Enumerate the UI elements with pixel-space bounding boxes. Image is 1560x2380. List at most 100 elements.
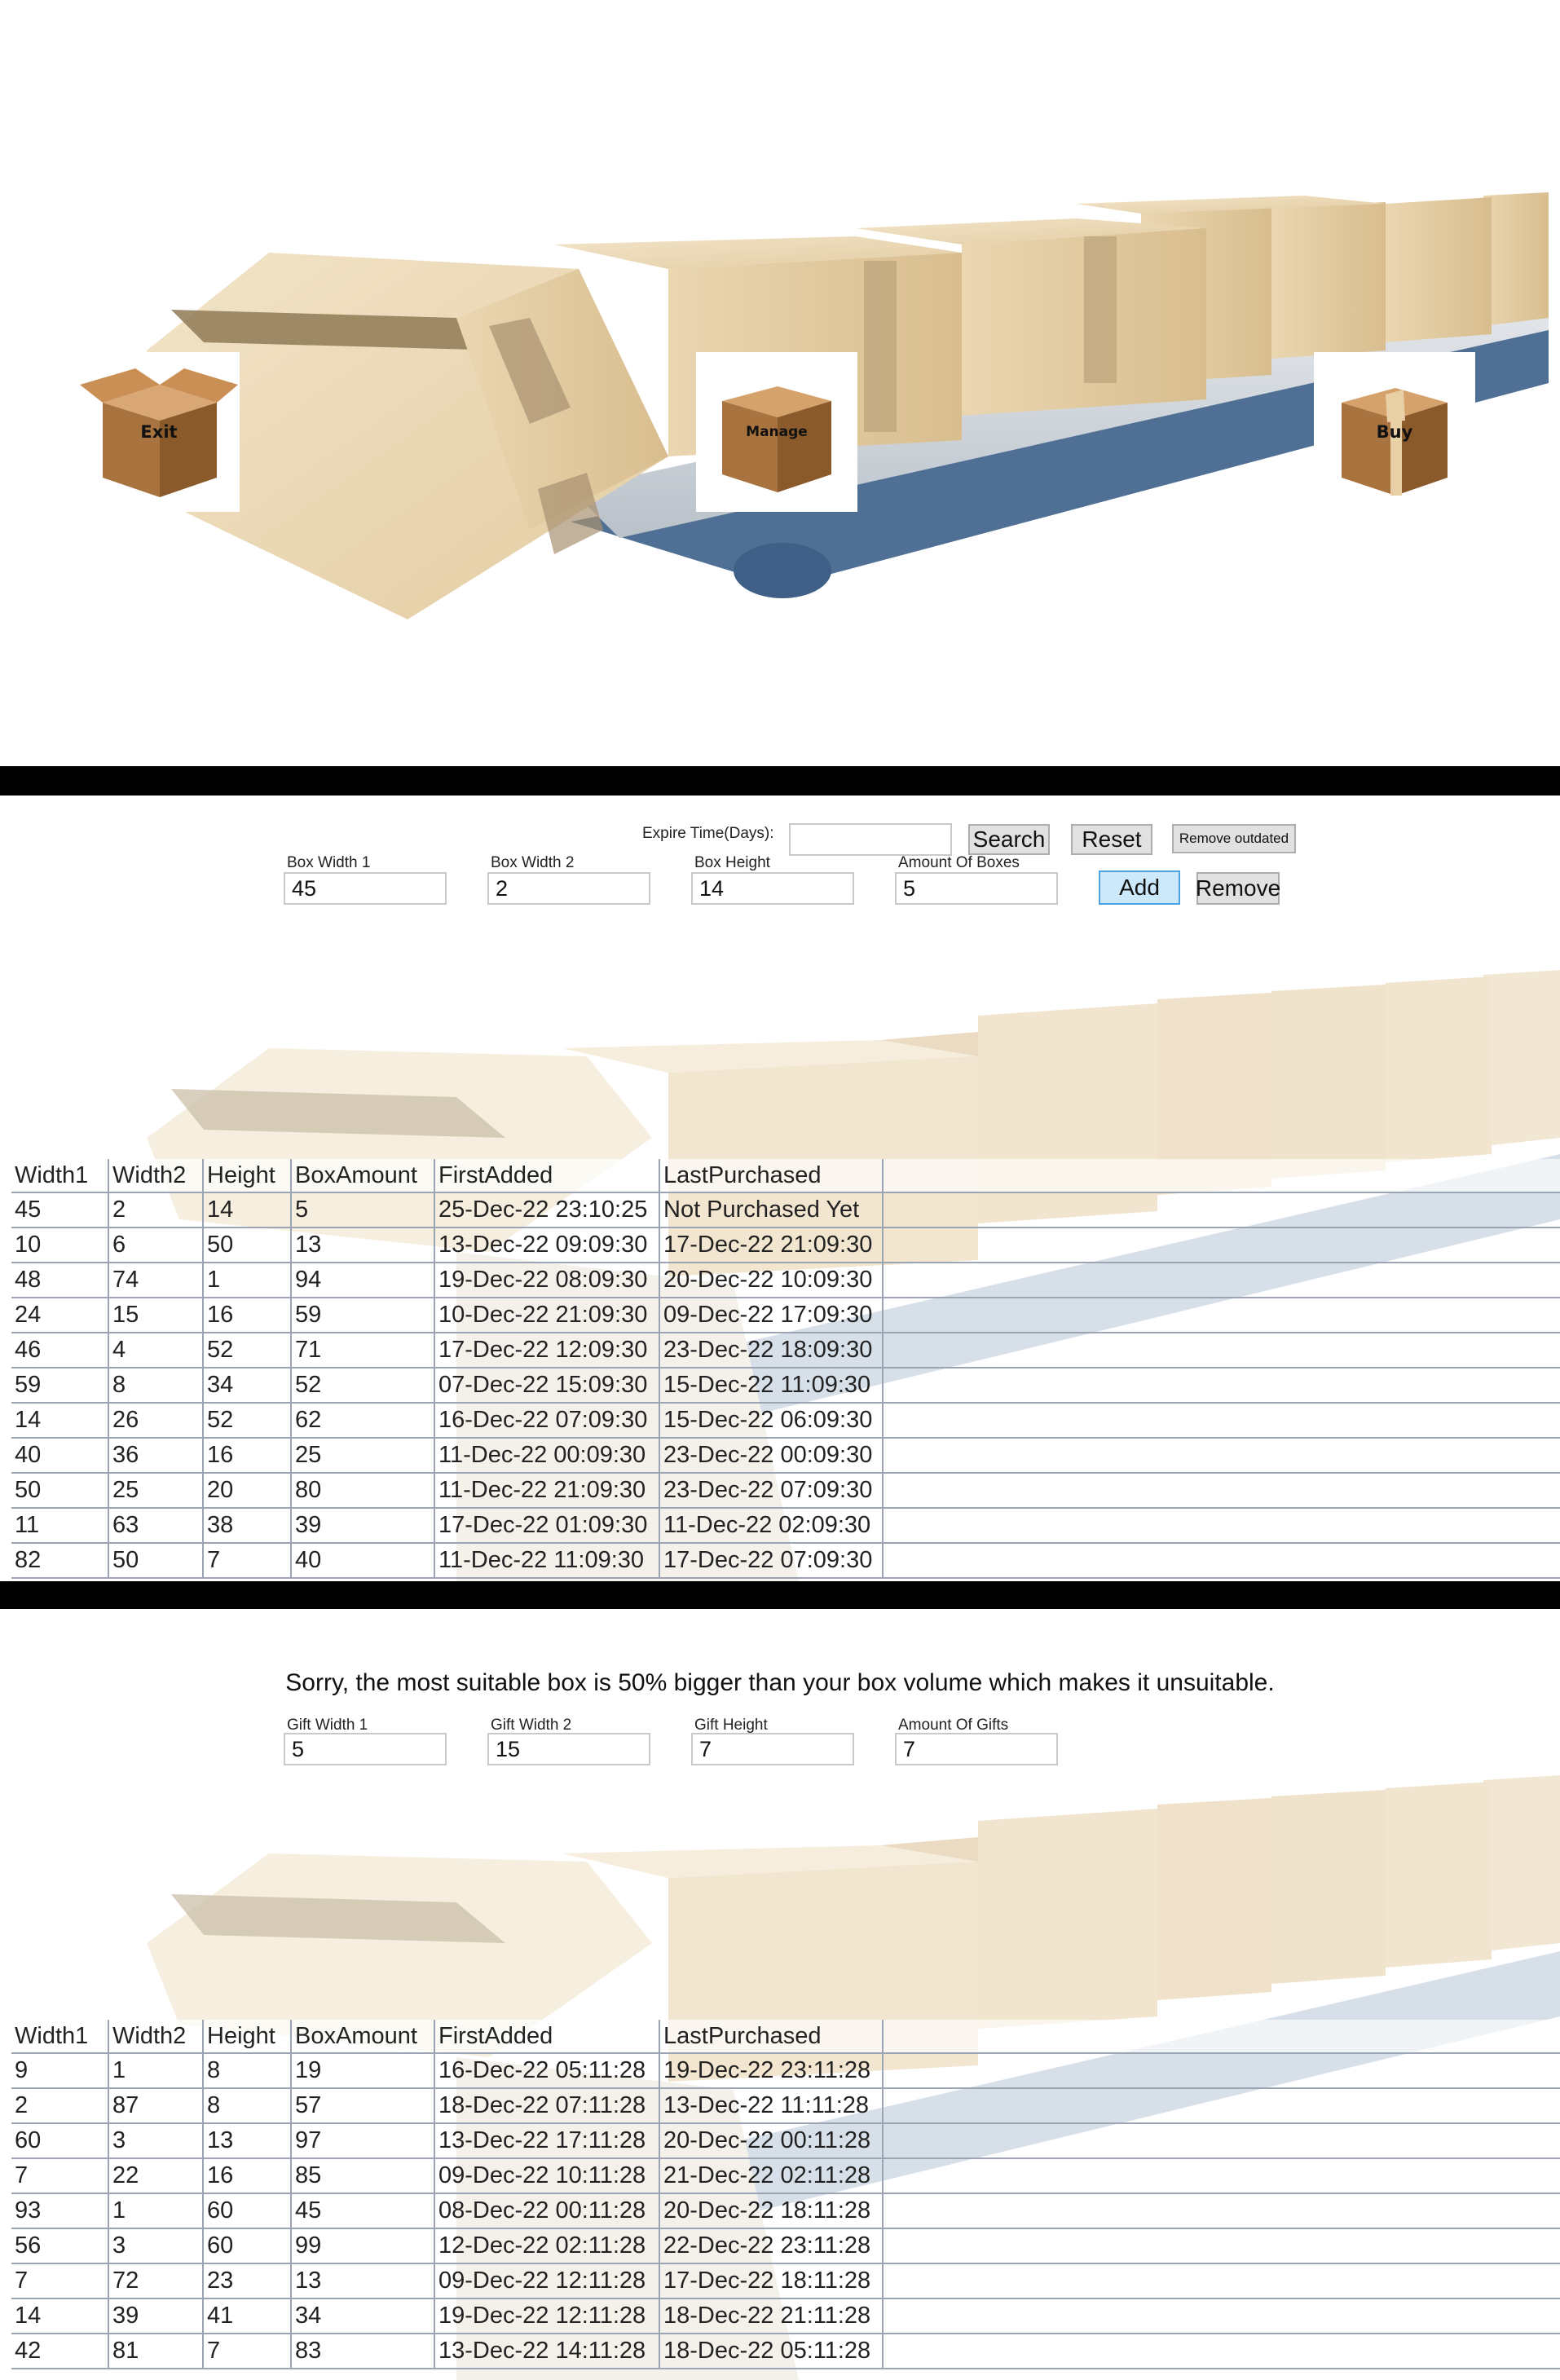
table-cell-boxamount[interactable]: 85 bbox=[291, 2158, 435, 2194]
table-cell-width1[interactable]: 14 bbox=[11, 2298, 109, 2334]
table-row[interactable]: 50 25 20 80 11-Dec-22 21:09:30 23-Dec-22 07:0… bbox=[11, 1473, 1560, 1509]
table-cell-height[interactable]: 16 bbox=[203, 2158, 292, 2194]
table-cell-width1[interactable]: 50 bbox=[11, 1473, 109, 1509]
remove-outdated-button[interactable]: Remove outdated bbox=[1172, 824, 1296, 853]
table-row[interactable]: 24 15 16 59 10-Dec-22 21:09:30 09-Dec-22 17:0… bbox=[11, 1298, 1560, 1333]
table-cell-height[interactable]: 7 bbox=[203, 2334, 292, 2369]
table-cell-height[interactable]: 52 bbox=[203, 1333, 292, 1368]
table-cell-width2[interactable]: 26 bbox=[108, 1403, 204, 1439]
table-cell-width1[interactable]: 14 bbox=[11, 1403, 109, 1439]
table-cell-width2[interactable]: 36 bbox=[108, 1438, 204, 1474]
table-cell-width2[interactable]: 39 bbox=[108, 2298, 204, 2334]
table-cell-width2[interactable]: 81 bbox=[108, 2334, 204, 2369]
table-cell-boxamount[interactable]: 45 bbox=[291, 2193, 435, 2229]
table-cell-width2[interactable]: 6 bbox=[108, 1227, 204, 1263]
buy-button[interactable]: Buy bbox=[1314, 352, 1475, 512]
table-cell-width1[interactable]: 24 bbox=[11, 1298, 109, 1333]
table-cell-width1[interactable]: 7 bbox=[11, 2263, 109, 2299]
table-cell-lastpurchased[interactable]: 17-Dec-22 07:09:30 bbox=[659, 1543, 884, 1579]
table-cell-width1[interactable]: 9 bbox=[11, 2053, 109, 2089]
table-cell-height[interactable]: 8 bbox=[203, 2088, 292, 2124]
table-cell-width1[interactable]: 56 bbox=[11, 2228, 109, 2264]
gift-width2-input[interactable]: 15 bbox=[487, 1733, 650, 1765]
table-row[interactable]: 48 74 1 94 19-Dec-22 08:09:30 20-Dec-22 10:09… bbox=[11, 1263, 1560, 1298]
table-cell-lastpurchased[interactable]: 15-Dec-22 11:09:30 bbox=[659, 1368, 884, 1404]
table-cell-width2[interactable]: 25 bbox=[108, 1473, 204, 1509]
table-cell-lastpurchased[interactable]: 20-Dec-22 00:11:28 bbox=[659, 2123, 884, 2159]
table-row[interactable]: 60 3 13 97 13-Dec-22 17:11:28 20-Dec-22 00:11… bbox=[11, 2123, 1560, 2159]
column-header-height[interactable]: Height bbox=[203, 2020, 292, 2054]
table-cell-width2[interactable]: 15 bbox=[108, 1298, 204, 1333]
table-cell-height[interactable]: 60 bbox=[203, 2193, 292, 2229]
table-cell-lastpurchased[interactable]: 11-Dec-22 02:09:30 bbox=[659, 1508, 884, 1544]
exit-button[interactable]: Exit bbox=[78, 352, 240, 512]
table-cell-height[interactable]: 20 bbox=[203, 1473, 292, 1509]
available-boxes-table[interactable]: Width1 Width2 Height BoxAmount FirstAdded Las… bbox=[11, 2020, 1560, 2369]
column-header-firstadded[interactable]: FirstAdded bbox=[434, 1159, 660, 1193]
table-cell-firstadded[interactable]: 09-Dec-22 12:11:28 bbox=[434, 2263, 660, 2299]
table-cell-firstadded[interactable]: 11-Dec-22 11:09:30 bbox=[434, 1543, 660, 1579]
table-cell-lastpurchased[interactable]: Not Purchased Yet bbox=[659, 1192, 884, 1228]
table-row[interactable]: 9 1 8 19 16-Dec-22 05:11:28 19-Dec-22 23:11:2… bbox=[11, 2053, 1560, 2089]
table-cell-height[interactable]: 52 bbox=[203, 1403, 292, 1439]
table-row[interactable]: 56 3 60 99 12-Dec-22 02:11:28 22-Dec-22 23:11… bbox=[11, 2228, 1560, 2264]
table-cell-boxamount[interactable]: 62 bbox=[291, 1403, 435, 1439]
table-cell-height[interactable]: 14 bbox=[203, 1192, 292, 1228]
table-cell-lastpurchased[interactable]: 23-Dec-22 00:09:30 bbox=[659, 1438, 884, 1474]
table-cell-boxamount[interactable]: 71 bbox=[291, 1333, 435, 1368]
table-cell-height[interactable]: 60 bbox=[203, 2228, 292, 2264]
table-row[interactable]: 14 26 52 62 16-Dec-22 07:09:30 15-Dec-22 06:0… bbox=[11, 1403, 1560, 1439]
table-cell-lastpurchased[interactable]: 13-Dec-22 11:11:28 bbox=[659, 2088, 884, 2124]
table-cell-boxamount[interactable]: 25 bbox=[291, 1438, 435, 1474]
table-cell-boxamount[interactable]: 13 bbox=[291, 1227, 435, 1263]
table-cell-lastpurchased[interactable]: 18-Dec-22 05:11:28 bbox=[659, 2334, 884, 2369]
table-cell-lastpurchased[interactable]: 23-Dec-22 07:09:30 bbox=[659, 1473, 884, 1509]
gift-amount-input[interactable]: 7 bbox=[895, 1733, 1058, 1765]
table-cell-firstadded[interactable]: 11-Dec-22 00:09:30 bbox=[434, 1438, 660, 1474]
table-cell-width2[interactable]: 1 bbox=[108, 2053, 204, 2089]
table-cell-height[interactable]: 41 bbox=[203, 2298, 292, 2334]
table-cell-lastpurchased[interactable]: 17-Dec-22 21:09:30 bbox=[659, 1227, 884, 1263]
table-cell-width2[interactable]: 8 bbox=[108, 1368, 204, 1404]
column-header-height[interactable]: Height bbox=[203, 1159, 292, 1193]
table-cell-boxamount[interactable]: 83 bbox=[291, 2334, 435, 2369]
table-cell-firstadded[interactable]: 12-Dec-22 02:11:28 bbox=[434, 2228, 660, 2264]
table-cell-width2[interactable]: 22 bbox=[108, 2158, 204, 2194]
table-cell-boxamount[interactable]: 13 bbox=[291, 2263, 435, 2299]
table-cell-width1[interactable]: 60 bbox=[11, 2123, 109, 2159]
column-header-lastpurchased[interactable]: LastPurchased bbox=[659, 1159, 884, 1193]
add-box-button[interactable]: Add bbox=[1099, 870, 1180, 905]
table-cell-height[interactable]: 13 bbox=[203, 2123, 292, 2159]
table-cell-width1[interactable]: 48 bbox=[11, 1263, 109, 1298]
table-cell-boxamount[interactable]: 40 bbox=[291, 1543, 435, 1579]
table-cell-firstadded[interactable]: 07-Dec-22 15:09:30 bbox=[434, 1368, 660, 1404]
table-cell-boxamount[interactable]: 59 bbox=[291, 1298, 435, 1333]
table-row[interactable]: 10 6 50 13 13-Dec-22 09:09:30 17-Dec-22 21:09… bbox=[11, 1227, 1560, 1263]
table-row[interactable]: 2 87 8 57 18-Dec-22 07:11:28 13-Dec-22 11:11:… bbox=[11, 2088, 1560, 2124]
table-cell-firstadded[interactable]: 13-Dec-22 17:11:28 bbox=[434, 2123, 660, 2159]
table-cell-height[interactable]: 50 bbox=[203, 1227, 292, 1263]
table-cell-width1[interactable]: 11 bbox=[11, 1508, 109, 1544]
expire-time-input[interactable] bbox=[789, 823, 952, 856]
table-cell-width1[interactable]: 7 bbox=[11, 2158, 109, 2194]
table-cell-lastpurchased[interactable]: 18-Dec-22 21:11:28 bbox=[659, 2298, 884, 2334]
table-cell-width2[interactable]: 3 bbox=[108, 2228, 204, 2264]
column-header-boxamount[interactable]: BoxAmount bbox=[291, 1159, 435, 1193]
table-cell-width2[interactable]: 87 bbox=[108, 2088, 204, 2124]
table-cell-height[interactable]: 16 bbox=[203, 1438, 292, 1474]
column-header-firstadded[interactable]: FirstAdded bbox=[434, 2020, 660, 2054]
table-cell-firstadded[interactable]: 08-Dec-22 00:11:28 bbox=[434, 2193, 660, 2229]
gift-width1-input[interactable]: 5 bbox=[284, 1733, 447, 1765]
table-cell-lastpurchased[interactable]: 15-Dec-22 06:09:30 bbox=[659, 1403, 884, 1439]
table-row[interactable]: 45 2 14 5 25-Dec-22 23:10:25 Not Purchased Ye… bbox=[11, 1192, 1560, 1228]
table-cell-firstadded[interactable]: 19-Dec-22 08:09:30 bbox=[434, 1263, 660, 1298]
table-cell-lastpurchased[interactable]: 22-Dec-22 23:11:28 bbox=[659, 2228, 884, 2264]
box-amount-input[interactable]: 5 bbox=[895, 872, 1058, 905]
table-cell-boxamount[interactable]: 99 bbox=[291, 2228, 435, 2264]
table-cell-firstadded[interactable]: 13-Dec-22 09:09:30 bbox=[434, 1227, 660, 1263]
table-cell-width1[interactable]: 10 bbox=[11, 1227, 109, 1263]
table-row[interactable]: 59 8 34 52 07-Dec-22 15:09:30 15-Dec-22 11:09… bbox=[11, 1368, 1560, 1404]
table-cell-firstadded[interactable]: 25-Dec-22 23:10:25 bbox=[434, 1192, 660, 1228]
table-cell-firstadded[interactable]: 11-Dec-22 21:09:30 bbox=[434, 1473, 660, 1509]
table-cell-firstadded[interactable]: 13-Dec-22 14:11:28 bbox=[434, 2334, 660, 2369]
